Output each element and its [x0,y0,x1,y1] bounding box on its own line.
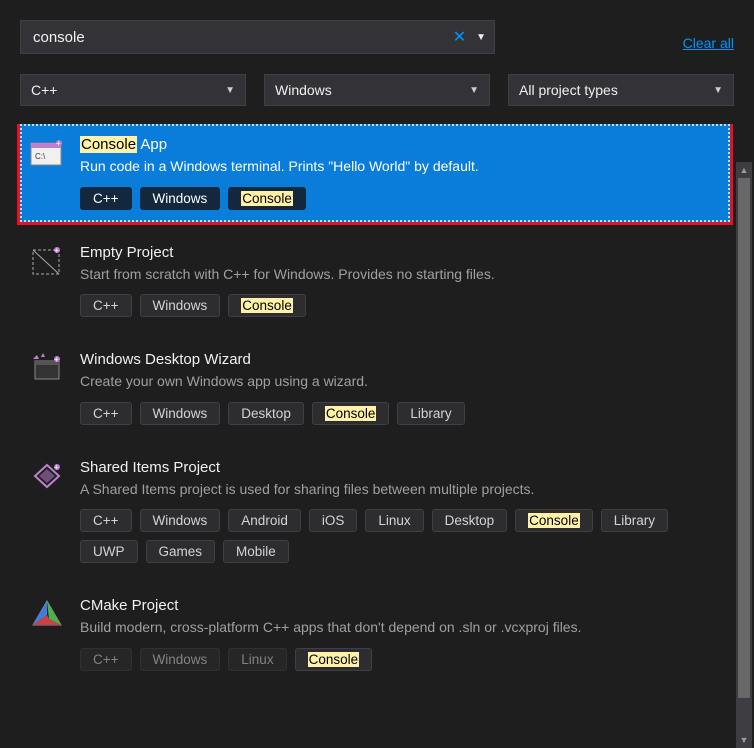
template-tags: C++ Windows Console [80,187,722,210]
svg-text:+: + [56,139,61,148]
svg-text:+: + [54,355,59,364]
search-input[interactable]: console ✕ ▼ [20,20,495,54]
tag: Mobile [223,540,289,563]
shared-template-icon: + [28,457,66,495]
highlight: Console [80,136,137,153]
tag: Console [228,294,306,317]
tag: Console [228,187,306,210]
tag: Windows [140,509,221,532]
clear-search-icon[interactable]: ✕ [447,27,472,47]
tag: iOS [309,509,358,532]
chevron-down-icon: ▼ [225,85,235,96]
tag: UWP [80,540,138,563]
tag: Console [295,648,373,671]
tag: Linux [365,509,423,532]
template-title: Empty Project [80,244,722,261]
chevron-down-icon: ▼ [469,85,479,96]
wizard-template-icon: + [28,349,66,387]
template-title: Shared Items Project [80,459,722,476]
chevron-down-icon: ▼ [713,85,723,96]
tag: C++ [80,187,132,210]
tag: Windows [140,648,221,671]
tag: Linux [228,648,286,671]
project-type-filter[interactable]: All project types ▼ [508,74,734,106]
template-item[interactable]: + Windows Desktop Wizard Create your own W… [20,339,730,437]
template-description: Create your own Windows app using a wiza… [80,372,722,392]
template-tags: C++ Windows Android iOS Linux Desktop Console L… [80,509,722,563]
svg-text:+: + [54,246,59,255]
cmake-template-icon [28,595,66,633]
tag: Console [312,402,390,425]
template-item[interactable]: CMake Project Build modern, cross-platfor… [20,585,730,683]
search-value: console [33,29,447,46]
tag: Windows [140,294,221,317]
template-description: A Shared Items project is used for shari… [80,480,722,500]
svg-text:C:\: C:\ [35,152,46,161]
scrollbar[interactable]: ▲ ▼ [736,162,752,748]
empty-template-icon: + [28,242,66,280]
template-item[interactable]: + Shared Items Project A Shared Items proj… [20,447,730,576]
template-title: Console App [80,136,722,153]
template-title: CMake Project [80,597,722,614]
template-tags: C++ Windows Linux Console [80,648,722,671]
tag: Desktop [432,509,508,532]
language-filter-label: C++ [31,82,57,98]
tag: Desktop [228,402,304,425]
project-type-filter-label: All project types [519,82,618,98]
template-description: Build modern, cross-platform C++ apps th… [80,618,722,638]
clear-all-link[interactable]: Clear all [683,35,734,51]
template-item[interactable]: + Empty Project Start from scratch with C+… [20,232,730,330]
template-title: Windows Desktop Wizard [80,351,722,368]
scroll-down-button[interactable]: ▼ [736,732,752,748]
svg-text:+: + [54,463,59,472]
template-tags: C++ Windows Console [80,294,722,317]
tag: Games [146,540,216,563]
template-tags: C++ Windows Desktop Console Library [80,402,722,425]
tag: Library [601,509,668,532]
template-item[interactable]: C:\ + Console App Run code in a Windows ter… [20,124,730,222]
tag: C++ [80,648,132,671]
tag: Windows [140,187,221,210]
tag: C++ [80,509,132,532]
scroll-up-button[interactable]: ▲ [736,162,752,178]
tag: Console [515,509,593,532]
tag: Library [397,402,464,425]
tag: C++ [80,294,132,317]
platform-filter[interactable]: Windows ▼ [264,74,490,106]
language-filter[interactable]: C++ ▼ [20,74,246,106]
console-template-icon: C:\ + [28,134,66,172]
template-list: C:\ + Console App Run code in a Windows ter… [0,124,754,714]
chevron-down-icon[interactable]: ▼ [472,32,486,43]
scroll-thumb[interactable] [738,178,750,698]
platform-filter-label: Windows [275,82,332,98]
tag: Android [228,509,301,532]
template-description: Run code in a Windows terminal. Prints "… [80,157,722,177]
template-description: Start from scratch with C++ for Windows.… [80,265,722,285]
tag: Windows [140,402,221,425]
tag: C++ [80,402,132,425]
